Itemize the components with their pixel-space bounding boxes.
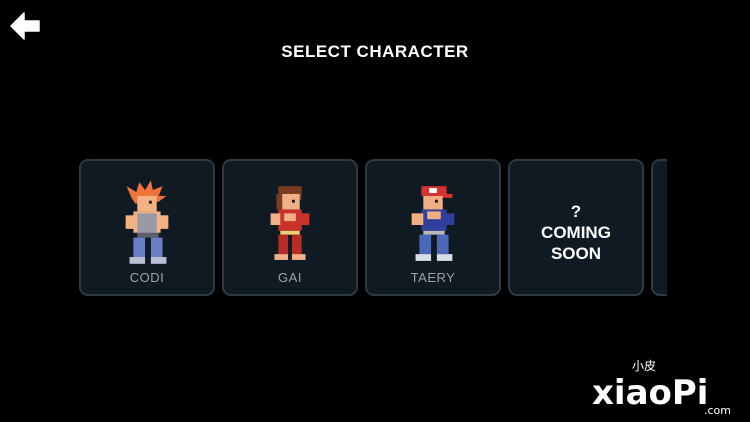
codi-sprite bbox=[125, 180, 169, 264]
character-card-taery[interactable]: TAERY bbox=[365, 159, 501, 296]
page-title: SELECT CHARACTER bbox=[281, 42, 469, 61]
unknown-mark: ? bbox=[570, 202, 582, 221]
character-card-codi[interactable]: CODI bbox=[79, 159, 215, 296]
character-name: TAERY bbox=[410, 270, 456, 285]
character-name: CODI bbox=[129, 270, 165, 285]
character-select-screen: SELECT CHARACTER CODI GAI TAERY ? COMING… bbox=[0, 0, 750, 422]
character-name: GAI bbox=[278, 270, 302, 285]
svg-text:小皮: 小皮 bbox=[632, 359, 656, 373]
xiaopi-watermark-logo: 小皮 xiaoPi .com bbox=[592, 359, 731, 416]
taery-sprite bbox=[411, 186, 455, 261]
character-card-gai[interactable]: GAI bbox=[222, 159, 358, 296]
character-carousel[interactable]: CODI GAI TAERY ? COMING SOON bbox=[79, 159, 667, 299]
svg-text:xiaoPi: xiaoPi bbox=[592, 373, 708, 413]
coming-label: COMING bbox=[541, 223, 611, 242]
svg-text:.com: .com bbox=[704, 404, 731, 416]
character-card-locked[interactable]: ? COMING SOON bbox=[508, 159, 644, 296]
character-card-partial[interactable] bbox=[651, 159, 667, 296]
back-arrow-icon bbox=[10, 12, 40, 40]
coming-soon-text: ? COMING SOON bbox=[510, 201, 642, 264]
back-button[interactable] bbox=[9, 11, 41, 41]
soon-label: SOON bbox=[550, 244, 602, 263]
gai-sprite bbox=[270, 186, 310, 260]
